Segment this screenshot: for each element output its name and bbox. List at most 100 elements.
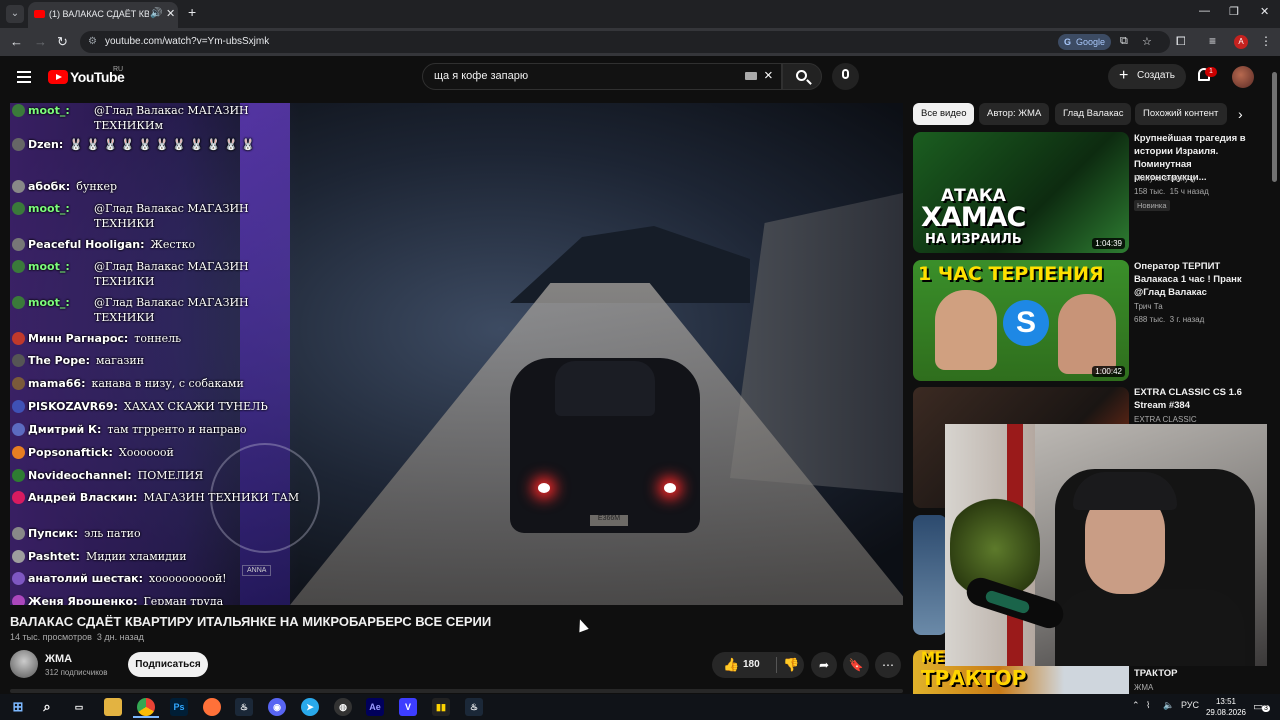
rec-channel-3[interactable]: EXTRA CLASSIC xyxy=(1134,415,1197,424)
region-code: RU xyxy=(113,66,124,73)
file-explorer-icon[interactable] xyxy=(104,698,122,716)
forward-arrow-icon[interactable]: → xyxy=(34,34,47,49)
tray-chevron-icon[interactable]: ⌃ xyxy=(1132,700,1140,711)
chat-username: абобк: xyxy=(28,180,71,193)
steam-icon-2[interactable]: ♨ xyxy=(465,698,483,716)
keyboard-icon[interactable] xyxy=(745,72,757,80)
chip-related[interactable]: Похожий контент xyxy=(1135,103,1227,125)
chat-text: эль патио xyxy=(84,527,141,540)
windows-start-icon[interactable]: ⊞ xyxy=(9,698,27,716)
thumb-1-line-3: НА ИЗРАИЛЬ xyxy=(925,232,1022,247)
rec-thumbnail-2[interactable]: 1 ЧАС ТЕРПЕНИЯ S 1:00:42 xyxy=(913,260,1129,381)
chrome-icon[interactable] xyxy=(137,698,155,716)
tail-light-left xyxy=(538,483,550,493)
network-icon[interactable]: ⌇ xyxy=(1146,700,1150,711)
app-yellow-icon[interactable]: ▮▮ xyxy=(432,698,450,716)
search-input[interactable]: ща я кофе запарю × xyxy=(422,63,782,90)
rec-title-2[interactable]: Оператор ТЕРПИТ Валакаса 1 час ! Пранк @… xyxy=(1134,260,1264,299)
chat-text: Хоооооой xyxy=(118,446,174,459)
search-icon[interactable]: ⌕ xyxy=(38,698,56,716)
plus-icon: + xyxy=(1119,67,1129,84)
system-clock[interactable]: 13:51 29.08.2026 xyxy=(1203,696,1249,718)
browser-profile-avatar[interactable]: A xyxy=(1234,35,1248,49)
chat-user-avatar xyxy=(12,572,25,585)
task-view-icon[interactable]: ▭ xyxy=(70,698,88,716)
thumb-1-line-2: ХАМАС xyxy=(921,202,1026,233)
clear-search-icon[interactable]: × xyxy=(764,67,773,84)
rec-title-3[interactable]: EXTRA CLASSIC CS 1.6 Stream #384 xyxy=(1134,386,1264,412)
google-lens-chip[interactable]: Google xyxy=(1058,34,1112,50)
firefox-icon[interactable] xyxy=(203,698,221,716)
bookmark-star-icon[interactable]: ☆ xyxy=(1142,35,1152,48)
create-button[interactable]: + Создать xyxy=(1108,64,1186,89)
install-app-icon[interactable]: ⧉ xyxy=(1120,35,1128,48)
hamburger-menu-icon[interactable] xyxy=(17,71,31,83)
rec-channel-4[interactable]: ЖМА xyxy=(1134,683,1153,692)
video-player[interactable]: E366M ANNA moot_: @Глад Валакас МАГАЗИН Т… xyxy=(10,103,903,605)
browser-tab-active[interactable]: (1) ВАЛАКАС СДАЁТ КВАРТИ 🔊 ✕ xyxy=(28,2,178,28)
chat-user-avatar xyxy=(12,202,25,215)
rec-thumbnail-partial[interactable] xyxy=(913,515,947,635)
chat-text: Мидии хламидии xyxy=(85,550,187,563)
photoshop-icon[interactable]: Ps xyxy=(170,698,188,716)
obs-icon[interactable]: ◍ xyxy=(334,698,352,716)
like-thumb-icon[interactable]: 👍 xyxy=(723,657,739,673)
account-avatar[interactable] xyxy=(1232,66,1254,88)
after-effects-icon[interactable]: Ae xyxy=(366,698,384,716)
site-info-icon[interactable]: ⚙ xyxy=(88,36,97,47)
telegram-icon[interactable]: ➤ xyxy=(301,698,319,716)
chevron-right-icon[interactable]: › xyxy=(1238,106,1243,122)
dislike-thumb-icon[interactable]: 👎 xyxy=(783,657,799,673)
volume-icon[interactable]: 🔈 xyxy=(1163,700,1174,711)
youtube-logo-icon[interactable] xyxy=(48,70,68,84)
more-actions-icon[interactable]: ⋯ xyxy=(875,652,901,678)
webcam-person-body xyxy=(1055,589,1245,666)
reload-icon[interactable]: ↻ xyxy=(57,34,68,50)
subscriber-count: 312 подписчиков xyxy=(45,668,108,677)
chat-user-avatar xyxy=(12,400,25,413)
channel-avatar[interactable] xyxy=(10,650,38,678)
search-icon xyxy=(796,70,807,81)
like-count[interactable]: 180 xyxy=(743,659,760,670)
language-indicator[interactable]: РУС xyxy=(1181,700,1199,710)
chat-text: ХАХАХ СКАЖИ ТУНЕЛЬ xyxy=(123,400,268,413)
discord-icon[interactable]: ◉ xyxy=(268,698,286,716)
tab-search-button[interactable]: ⌄ xyxy=(6,5,24,23)
page-scrollbar-thumb[interactable] xyxy=(1272,72,1277,182)
vegas-icon[interactable]: V xyxy=(399,698,417,716)
search-button[interactable] xyxy=(782,63,822,90)
close-tab-icon[interactable]: ✕ xyxy=(166,7,175,20)
extensions-icon[interactable]: ⧠ xyxy=(1176,34,1186,49)
rec-channel-2[interactable]: Трич Та xyxy=(1134,302,1163,311)
restore-icon[interactable]: ❐ xyxy=(1229,5,1239,18)
rec-title-4[interactable]: ТРАКТОР xyxy=(1134,667,1264,680)
rec-channel-1[interactable]: Минута в минуту xyxy=(1134,174,1196,183)
close-window-icon[interactable]: ✕ xyxy=(1260,5,1269,18)
speaker-icon[interactable]: 🔊 xyxy=(150,8,162,19)
share-icon[interactable]: ➦ xyxy=(811,652,837,678)
minimize-icon[interactable]: — xyxy=(1199,5,1210,17)
chat-text: хооооооооой! xyxy=(149,572,227,585)
steam-icon[interactable]: ♨ xyxy=(235,698,253,716)
chat-username: Женя Ярошенко: xyxy=(28,595,138,605)
chip-author[interactable]: Автор: ЖМА xyxy=(979,103,1050,125)
new-tab-button[interactable]: + xyxy=(188,4,196,20)
subscribe-button[interactable]: Подписаться xyxy=(128,652,208,677)
browser-menu-icon[interactable]: ⋮ xyxy=(1260,34,1272,48)
chat-user-avatar xyxy=(12,446,25,459)
address-bar[interactable]: ⚙ youtube.com/watch?v=Ym-ubsSxjmk Google… xyxy=(80,31,1170,53)
chat-user-avatar xyxy=(12,260,25,273)
rec-thumbnail-1[interactable]: АТАКА ХАМАС НА ИЗРАИЛЬ 1:04:39 xyxy=(913,132,1129,253)
save-icon[interactable]: 🔖 xyxy=(843,652,869,678)
clock-time: 13:51 xyxy=(1215,697,1237,706)
channel-name[interactable]: ЖМА xyxy=(45,653,72,665)
back-arrow-icon[interactable]: ← xyxy=(10,34,23,49)
chip-glad-valakas[interactable]: Глад Валакас xyxy=(1055,103,1132,125)
clock-date: 29.08.2026 xyxy=(1205,708,1247,717)
chip-all-videos[interactable]: Все видео xyxy=(913,103,975,125)
chat-user-avatar xyxy=(12,296,25,309)
media-controls-icon[interactable]: ≡ xyxy=(1209,34,1216,48)
voice-search-button[interactable] xyxy=(832,63,859,90)
mouse-cursor xyxy=(575,617,589,633)
chat-text: ПОМЕЛИЯ xyxy=(137,469,204,482)
